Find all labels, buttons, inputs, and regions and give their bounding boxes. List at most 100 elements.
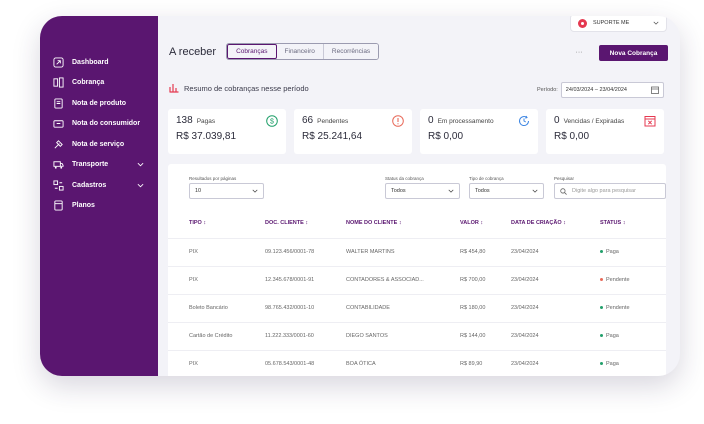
clock-refresh-icon — [519, 115, 530, 127]
card-label: Pendentes — [317, 118, 349, 125]
dashboard-icon — [53, 57, 64, 68]
sidebar-item-cadastros[interactable]: Cadastros — [40, 175, 158, 196]
table-row[interactable]: Cartão de Crédito 11.222.333/0001-60 DIE… — [168, 322, 666, 350]
column-header-data[interactable]: DATA DE CRIAÇÃO ↕ — [511, 220, 566, 226]
status-dot — [600, 306, 603, 310]
chevron-down-icon[interactable] — [137, 161, 144, 168]
cell-data: 23/04/2024 — [511, 305, 539, 311]
per-page-filter: Resultados por páginas 10 — [189, 176, 264, 199]
chevron-down-icon[interactable] — [137, 182, 144, 189]
card-paid[interactable]: 138 Pagas R$ 37.039,81 $ — [168, 109, 286, 154]
new-charge-button[interactable]: Nova Cobrança — [599, 45, 668, 61]
sort-icon: ↕ — [563, 220, 566, 226]
table-row[interactable]: PIX 09.123.456/0001-78 WALTER MARTINS R$… — [168, 238, 666, 266]
cell-valor: R$ 89,90 — [460, 361, 483, 367]
sidebar-item-label: Nota de produto — [72, 99, 127, 107]
main-content: SUPORTE ME A receber Cobranças Financeir… — [158, 16, 680, 376]
per-page-value: 10 — [195, 188, 202, 194]
tab-financeiro[interactable]: Financeiro — [276, 44, 324, 59]
service-invoice-icon — [53, 139, 64, 150]
calendar-icon[interactable] — [650, 86, 659, 94]
sidebar-item-transporte[interactable]: Transporte — [40, 155, 158, 176]
tab-group: Cobranças Financeiro Recorrências — [226, 43, 380, 60]
type-select[interactable]: Todos — [469, 183, 544, 199]
cell-doc: 05.678.543/0001-48 — [265, 361, 315, 367]
sidebar-item-label: Dashboard — [72, 58, 109, 66]
period-date-range-input[interactable]: 24/03/2024 – 23/04/2024 — [560, 82, 664, 98]
card-amount: R$ 0,00 — [428, 131, 464, 142]
column-header-label: STATUS — [600, 220, 622, 226]
chevron-down-icon — [252, 189, 258, 193]
bar-chart-icon — [169, 84, 179, 93]
column-header-valor[interactable]: VALOR ↕ — [460, 220, 483, 226]
cell-nome: DIEGO SANTOS — [346, 333, 388, 339]
card-label: Em processamento — [437, 118, 494, 125]
table-row[interactable]: PIX 05.678.543/0001-48 BOA ÓTICA R$ 89,9… — [168, 350, 666, 376]
cell-doc: 98.765.432/0001-10 — [265, 305, 315, 311]
column-header-status[interactable]: STATUS ↕ — [600, 220, 625, 226]
card-expired[interactable]: 0 Vencidas / Expiradas R$ 0,00 — [546, 109, 664, 154]
tab-recorrencias[interactable]: Recorrências — [323, 44, 379, 59]
support-dropdown[interactable]: SUPORTE ME — [570, 16, 667, 32]
cell-data: 23/04/2024 — [511, 361, 539, 367]
sort-icon: ↕ — [203, 220, 207, 226]
more-options-button[interactable]: ··· — [568, 45, 590, 60]
per-page-label: Resultados por páginas — [189, 176, 237, 181]
sidebar: Dashboard Cobrança Nota de produto Nota … — [40, 16, 158, 376]
registry-icon — [53, 180, 64, 191]
search-filter: Pesquisar Digite algo para pesquisar — [554, 176, 666, 199]
per-page-select[interactable]: 10 — [189, 183, 264, 199]
column-header-tipo[interactable]: TIPO ↕ — [189, 220, 206, 226]
chevron-down-icon — [653, 21, 659, 25]
sidebar-item-nota-servico[interactable]: Nota de serviço — [40, 134, 158, 155]
card-processing[interactable]: 0 Em processamento R$ 0,00 — [420, 109, 538, 154]
table-row[interactable]: Boleto Bancário 98.765.432/0001-10 CONTA… — [168, 294, 666, 322]
consumer-invoice-icon — [53, 118, 64, 129]
search-placeholder: Digite algo para pesquisar — [572, 188, 636, 194]
sidebar-item-label: Nota de serviço — [72, 140, 125, 148]
cell-nome: CONTADORES & ASSOCIAD... — [346, 277, 424, 283]
sidebar-item-label: Cadastros — [72, 181, 107, 189]
cell-nome: CONTABILIDADE — [346, 305, 390, 311]
card-amount: R$ 0,00 — [554, 131, 590, 142]
cell-data: 23/04/2024 — [511, 277, 539, 283]
card-amount: R$ 37.039,81 — [176, 131, 237, 142]
sidebar-item-planos[interactable]: Planos — [40, 196, 158, 217]
svg-text:$: $ — [270, 118, 274, 125]
tab-cobrancas[interactable]: Cobranças — [227, 44, 277, 59]
cell-valor: R$ 454,80 — [460, 249, 486, 255]
cell-tipo: Boleto Bancário — [189, 305, 228, 311]
card-pending[interactable]: 66 Pendentes R$ 25.241,64 — [294, 109, 412, 154]
table-row[interactable]: PIX 12.345.678/0001-91 CONTADORES & ASSO… — [168, 266, 666, 294]
column-header-nome[interactable]: NOME DO CLIENTE ↕ — [346, 220, 402, 226]
billing-icon — [53, 77, 64, 88]
column-header-label: TIPO — [189, 220, 202, 226]
product-invoice-icon — [53, 98, 64, 109]
column-header-label: DATA DE CRIAÇÃO — [511, 220, 562, 226]
page-header: A receber Cobranças Financeiro Recorrênc… — [169, 43, 380, 60]
search-label: Pesquisar — [554, 176, 575, 181]
status-label: Pendente — [606, 277, 630, 283]
column-header-doc[interactable]: DOC. CLIENTE ↕ — [265, 220, 308, 226]
column-header-label: NOME DO CLIENTE — [346, 220, 398, 226]
cell-tipo: Cartão de Crédito — [189, 333, 233, 339]
column-header-label: VALOR — [460, 220, 479, 226]
sidebar-item-cobranca[interactable]: Cobrança — [40, 73, 158, 94]
sidebar-item-nota-consumidor[interactable]: Nota do consumidor — [40, 114, 158, 135]
status-label: Pendente — [606, 305, 630, 311]
sidebar-item-nota-produto[interactable]: Nota de produto — [40, 93, 158, 114]
summary-title: Resumo de cobranças nesse período — [184, 83, 309, 93]
period-filter: Período: 24/03/2024 – 23/04/2024 — [537, 82, 664, 98]
sidebar-item-dashboard[interactable]: Dashboard — [40, 52, 158, 73]
cell-status: Paga — [600, 249, 619, 255]
card-count: 138 — [176, 115, 193, 126]
sort-icon: ↕ — [305, 220, 309, 226]
search-input[interactable]: Digite algo para pesquisar — [554, 183, 666, 199]
sort-icon: ↕ — [480, 220, 484, 226]
cell-valor: R$ 700,00 — [460, 277, 486, 283]
status-label: Paga — [606, 361, 619, 367]
cell-doc: 12.345.678/0001-91 — [265, 277, 315, 283]
sidebar-item-label: Transporte — [72, 161, 109, 169]
status-select[interactable]: Todos — [385, 183, 460, 199]
sort-icon: ↕ — [398, 220, 402, 226]
